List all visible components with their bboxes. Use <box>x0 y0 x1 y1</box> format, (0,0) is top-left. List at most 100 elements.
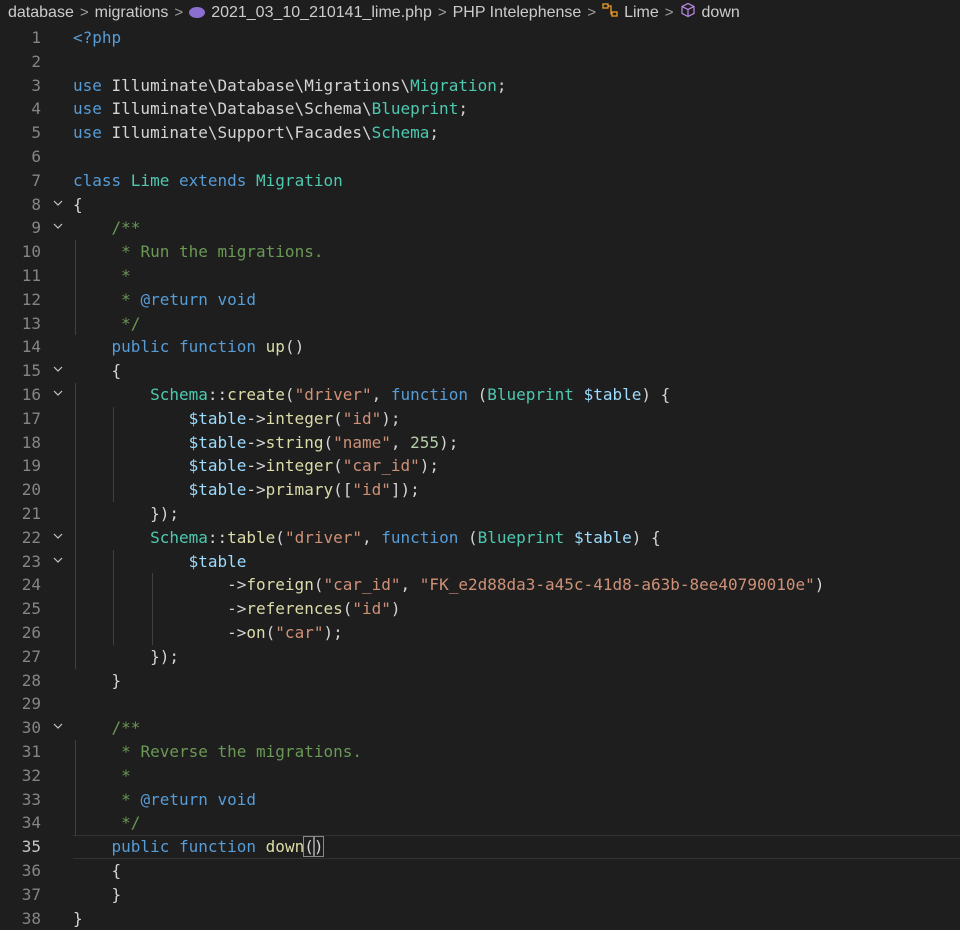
token-var: $table <box>188 408 247 428</box>
code-text: class Lime extends Migration <box>73 169 343 193</box>
token-var: $table <box>188 456 247 476</box>
code-line[interactable]: 26 ->on("car"); <box>0 621 960 645</box>
code-text: $table->primary(["id"]); <box>73 478 420 502</box>
code-text: } <box>73 883 122 907</box>
token-cmt: * <box>121 789 141 809</box>
fold-chevron-icon[interactable] <box>50 550 66 574</box>
code-text: * Reverse the migrations. <box>73 740 362 764</box>
token-pun <box>73 409 189 428</box>
code-line[interactable]: 19 $table->integer("car_id"); <box>0 454 960 478</box>
code-line[interactable]: 21 }); <box>0 502 960 526</box>
code-line[interactable]: 4 use Illuminate\Database\Schema\Blueprin… <box>0 97 960 121</box>
line-number: 22 <box>21 527 41 547</box>
code-line[interactable]: 3 use Illuminate\Database\Migrations\Migr… <box>0 74 960 98</box>
code-line[interactable]: 28 } <box>0 669 960 693</box>
code-line[interactable]: 25 ->references("id") <box>0 597 960 621</box>
line-number: 32 <box>21 765 41 785</box>
line-number: 14 <box>21 337 41 357</box>
fold-chevron-icon[interactable] <box>50 193 66 217</box>
code-text: use Illuminate\Support\Facades\Schema; <box>73 121 439 145</box>
token-str: "name" <box>333 432 391 452</box>
token-var: $table <box>188 551 247 571</box>
token-pun <box>73 718 112 737</box>
token-pun: ) <box>814 575 825 595</box>
code-text: ->references("id") <box>73 597 400 621</box>
code-line[interactable]: 18 $table->string("name", 255); <box>0 431 960 455</box>
line-number: 13 <box>21 313 41 333</box>
token-pun: ; <box>458 99 468 119</box>
fold-chevron-icon[interactable] <box>50 359 66 383</box>
code-line[interactable]: 9 /** <box>0 216 960 240</box>
code-text: * @return void <box>73 288 256 312</box>
token-pun: ]); <box>390 480 420 500</box>
token-pun <box>73 837 112 856</box>
fold-chevron-icon[interactable] <box>50 383 66 407</box>
line-number: 20 <box>21 480 41 500</box>
line-number: 26 <box>21 623 41 642</box>
token-pun: ( <box>342 599 353 619</box>
code-line[interactable]: 36 { <box>0 859 960 883</box>
code-line[interactable]: 7 class Lime extends Migration <box>0 169 960 193</box>
token-pun: , <box>371 385 391 404</box>
code-line[interactable]: 20 $table->primary(["id"]); <box>0 478 960 502</box>
code-text: */ <box>73 312 140 336</box>
code-line[interactable]: 23 $table <box>0 550 960 574</box>
line-number: 3 <box>31 75 41 95</box>
code-line[interactable]: 27 }); <box>0 645 960 669</box>
token-kw: void <box>217 289 257 309</box>
code-line[interactable]: 13 */ <box>0 312 960 336</box>
code-line[interactable]: 22 Schema::table("driver", function (Blu… <box>0 526 960 550</box>
line-number: 10 <box>21 242 41 262</box>
token-fn: up <box>265 337 285 357</box>
token-pun: ); <box>439 432 459 452</box>
code-line[interactable]: 6 <box>0 145 960 169</box>
fold-chevron-icon[interactable] <box>50 216 66 240</box>
code-line[interactable]: 10 * Run the migrations. <box>0 240 960 264</box>
token-pun: ([ <box>333 480 353 500</box>
code-line[interactable]: 24 ->foreign("car_id", "FK_e2d88da3-a45c… <box>0 573 960 597</box>
token-cls: Schema <box>150 385 208 404</box>
code-text: Schema::table("driver", function (Bluepr… <box>73 526 661 550</box>
token-pun: }); <box>73 504 179 523</box>
code-text: * <box>73 264 131 288</box>
code-line[interactable]: 37 } <box>0 883 960 907</box>
breadcrumb-migrations[interactable]: migrations <box>95 4 169 22</box>
token-pun: -> <box>246 480 266 500</box>
code-line[interactable]: 1 <?php <box>0 26 960 50</box>
code-line[interactable]: 12 * @return void <box>0 288 960 312</box>
code-line[interactable]: 38} <box>0 907 960 930</box>
token-pun: } <box>73 670 122 690</box>
code-line[interactable]: 32 * <box>0 764 960 788</box>
code-line[interactable]: 30 /** <box>0 716 960 740</box>
code-line[interactable]: 33 * @return void <box>0 788 960 812</box>
code-line[interactable]: 8{ <box>0 193 960 217</box>
code-line[interactable]: 15 { <box>0 359 960 383</box>
code-line[interactable]: 17 $table->integer("id"); <box>0 407 960 431</box>
code-editor[interactable]: 1 <?php 2 3 use Illuminate\Database\Migratio… <box>0 26 960 928</box>
fold-chevron-icon[interactable] <box>50 526 66 550</box>
code-line[interactable]: 31 * Reverse the migrations. <box>0 740 960 764</box>
breadcrumb-class[interactable]: Lime <box>624 4 659 22</box>
code-line[interactable]: 29 <box>0 692 960 716</box>
fold-chevron-icon[interactable] <box>50 716 66 740</box>
code-line[interactable]: 16 Schema::create("driver", function (Bl… <box>0 383 960 407</box>
code-line[interactable]: 5 use Illuminate\Support\Facades\Schema; <box>0 121 960 145</box>
breadcrumb-language-server[interactable]: PHP Intelephense <box>453 4 582 22</box>
line-number: 34 <box>21 813 41 833</box>
token-cmt: */ <box>121 313 141 333</box>
code-line[interactable]: 35 public function down() <box>0 835 960 859</box>
code-line[interactable]: 14 public function up() <box>0 335 960 359</box>
code-line[interactable]: 11 * <box>0 264 960 288</box>
code-line[interactable]: 2 <box>0 50 960 74</box>
breadcrumb-method[interactable]: down <box>702 4 740 22</box>
token-pun <box>73 433 189 452</box>
breadcrumb-database[interactable]: database <box>8 4 74 22</box>
method-cube-icon <box>680 2 696 23</box>
breadcrumb-file[interactable]: 2021_03_10_210141_lime.php <box>211 4 432 22</box>
line-number: 29 <box>21 694 41 714</box>
code-text: /** <box>73 216 141 240</box>
token-pun: -> <box>246 432 266 452</box>
code-text: Schema::create("driver", function (Bluep… <box>73 383 670 407</box>
token-fn: create <box>227 385 285 404</box>
code-line[interactable]: 34 */ <box>0 811 960 835</box>
